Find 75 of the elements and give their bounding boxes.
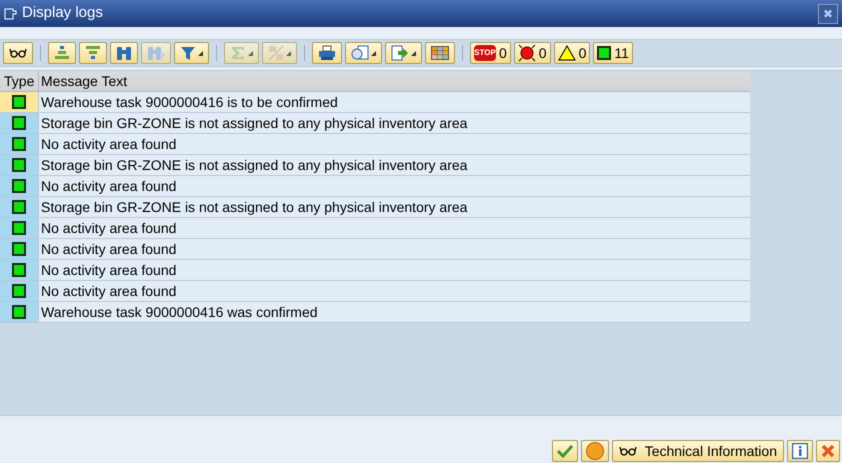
type-cell[interactable] — [0, 302, 39, 322]
glasses-icon — [9, 47, 27, 59]
success-status-icon — [12, 95, 26, 109]
message-text: No activity area found — [40, 282, 178, 301]
warning-icon — [558, 45, 576, 61]
success-status-icon — [12, 158, 26, 172]
message-text: Warehouse task 9000000416 is to be confirmed — [40, 92, 339, 112]
binoculars-icon — [116, 45, 132, 61]
window-title: Display logs — [22, 3, 103, 24]
type-cell[interactable] — [0, 218, 39, 238]
export-icon — [391, 45, 409, 61]
dropdown-arrow-icon — [286, 50, 291, 56]
stop-sign-icon: STOP — [474, 45, 496, 61]
message-text: No activity area found — [40, 260, 178, 280]
help-button[interactable] — [580, 440, 609, 462]
message-count-button[interactable]: 11 — [593, 42, 633, 64]
error-light-icon — [518, 44, 536, 62]
type-cell[interactable] — [0, 155, 39, 175]
dropdown-arrow-icon — [411, 50, 416, 56]
success-status-icon — [12, 221, 26, 235]
grid-icon — [431, 46, 449, 60]
message-text: No activity area found — [40, 134, 178, 154]
success-status-icon — [12, 242, 26, 256]
layout-view-icon — [351, 45, 369, 61]
type-cell[interactable] — [0, 92, 39, 112]
close-button[interactable]: ✖ — [818, 4, 838, 24]
message-text: Storage bin GR-ZONE is not assigned to any physical inventory area — [40, 198, 468, 217]
sum-icon — [230, 45, 246, 61]
success-status-icon — [12, 116, 26, 130]
success-status-icon — [12, 200, 26, 214]
subtotal-icon — [268, 45, 284, 61]
type-cell[interactable] — [0, 260, 39, 280]
cancel-button[interactable] — [816, 440, 840, 462]
toolbar-button[interactable] — [3, 42, 33, 64]
toolbar-button[interactable] — [312, 42, 342, 64]
type-cell[interactable] — [0, 134, 39, 154]
success-status-icon — [12, 284, 26, 298]
close-icon — [821, 444, 835, 458]
column-header: Message Text — [40, 72, 128, 91]
dropdown-arrow-icon — [371, 50, 376, 56]
success-status-icon — [12, 137, 26, 151]
technical-information-button[interactable]: Technical Information — [612, 440, 784, 462]
dropdown-arrow-icon — [198, 50, 203, 56]
message-text: Warehouse task 9000000416 was confirmed — [40, 302, 319, 322]
message-count-button[interactable]: 0 — [514, 42, 551, 64]
confirm-button[interactable] — [552, 440, 578, 462]
success-status-icon — [12, 305, 26, 319]
printer-icon — [318, 45, 336, 61]
toolbar-button[interactable] — [425, 42, 455, 64]
info-button[interactable] — [787, 440, 813, 462]
type-cell[interactable] — [0, 197, 39, 217]
filter-icon — [180, 45, 196, 61]
type-cell[interactable] — [0, 176, 39, 196]
binoculars-plus-icon — [147, 45, 165, 61]
message-count-button[interactable]: 0 — [554, 42, 590, 64]
sort-ascending-icon — [54, 45, 70, 61]
sort-descending-icon — [85, 45, 101, 61]
success-status-icon — [12, 179, 26, 193]
type-cell[interactable] — [0, 113, 39, 133]
info-icon — [792, 443, 808, 459]
type-cell[interactable] — [0, 239, 39, 259]
dropdown-arrow-icon — [248, 50, 253, 56]
checkmark-icon — [556, 444, 573, 458]
success-status-icon — [12, 263, 26, 277]
message-text: No activity area found — [40, 176, 178, 196]
message-text: No activity area found — [40, 218, 178, 238]
column-header: Type — [0, 71, 39, 91]
type-cell[interactable] — [0, 281, 39, 301]
success-status-icon — [597, 46, 612, 60]
message-count-button[interactable]: STOP 0 — [470, 42, 511, 64]
window-icon — [4, 8, 18, 20]
message-text: No activity area found — [40, 240, 178, 259]
message-text: Storage bin GR-ZONE is not assigned to any physical inventory area — [40, 114, 468, 133]
message-text: Storage bin GR-ZONE is not assigned to any physical inventory area — [40, 156, 468, 175]
glasses-icon — [618, 445, 637, 457]
